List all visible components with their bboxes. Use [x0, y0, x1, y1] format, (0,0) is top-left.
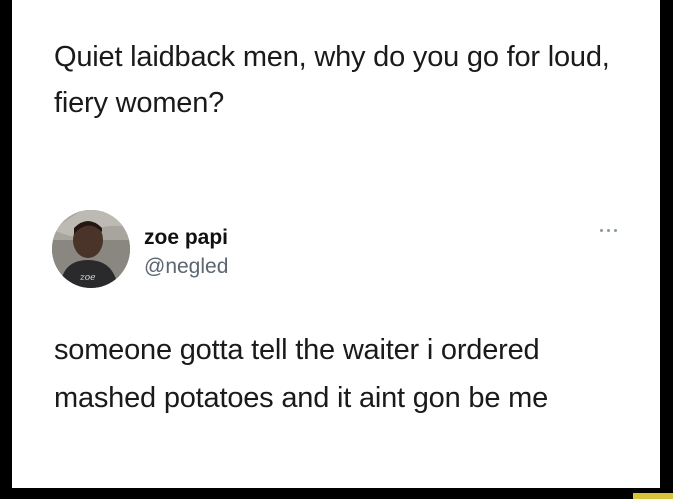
author-handle[interactable]: @negled [144, 255, 228, 279]
avatar-photo: zoe [52, 210, 130, 288]
dot [607, 229, 610, 232]
avatar[interactable]: zoe [52, 210, 130, 288]
watermark-corner [633, 493, 673, 499]
ellipsis-icon[interactable] [596, 224, 622, 238]
author-name[interactable]: zoe papi [144, 226, 228, 250]
avatar-hoodie-text: zoe [79, 273, 96, 283]
screenshot-frame: Quiet laidback men, why do you go for lo… [0, 0, 673, 499]
dot [600, 229, 603, 232]
post-card: Quiet laidback men, why do you go for lo… [12, 0, 660, 488]
tweet-text: someone gotta tell the waiter i ordered … [54, 334, 548, 414]
question-text: Quiet laidback men, why do you go for lo… [54, 41, 610, 119]
dot [614, 229, 617, 232]
tweet-header: zoe zoe papi @negled [52, 210, 622, 290]
